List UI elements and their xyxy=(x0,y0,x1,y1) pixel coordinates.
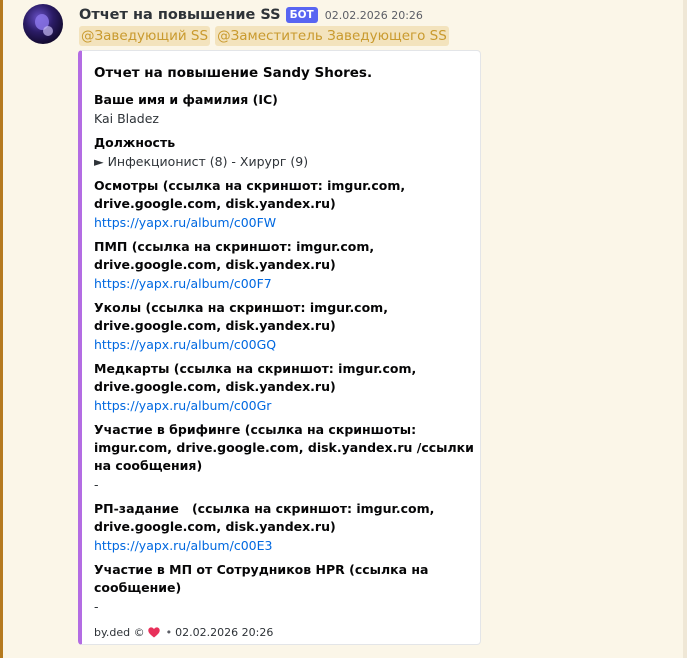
embed-field-rp-task: РП-задание (ссылка на скриншот: imgur.co… xyxy=(94,500,474,555)
embed-title: Отчет на повышение Sandy Shores. xyxy=(94,65,373,81)
field-label: ПМП (ссылка на скриншот: imgur.com, driv… xyxy=(94,239,375,272)
field-label: РП-задание (ссылка на скриншот: imgur.co… xyxy=(94,501,439,534)
field-link[interactable]: https://yapx.ru/album/c00FW xyxy=(94,213,474,232)
field-value: - xyxy=(94,599,99,614)
field-value: Kai Bladez xyxy=(94,111,159,126)
field-link[interactable]: https://yapx.ru/album/c00Gr xyxy=(94,396,474,415)
mention-head[interactable]: @Заведующий SS xyxy=(79,26,211,46)
embed-content: Отчет на повышение Sandy Shores. Ваше им… xyxy=(94,64,474,639)
field-label: Ваше имя и фамилия (IC) xyxy=(94,92,278,107)
field-link[interactable]: https://yapx.ru/album/c00GQ xyxy=(94,335,474,354)
footer-timestamp: 02.02.2026 20:26 xyxy=(175,626,274,639)
scrollbar-edge xyxy=(683,0,687,658)
field-label: Осмотры (ссылка на скриншот: imgur.com, … xyxy=(94,178,406,211)
embed-field-event: Участие в МП от Сотрудников HPR (ссылка … xyxy=(94,561,474,616)
embed-field-inspections: Осмотры (ссылка на скриншот: imgur.com, … xyxy=(94,177,474,232)
field-label: Уколы (ссылка на скриншот: imgur.com, dr… xyxy=(94,300,388,333)
embed-field-medcards: Медкарты (ссылка на скриншот: imgur.com,… xyxy=(94,360,474,415)
embed-field-name: Ваше имя и фамилия (IC) Kai Bladez xyxy=(94,91,474,128)
embed-field-briefing: Участие в брифинге (ссылка на скриншоты:… xyxy=(94,421,474,494)
embed-field-position: Должность ► Инфекционист (8) - Хирург (9… xyxy=(94,134,474,171)
embed-field-injections: Уколы (ссылка на скриншот: imgur.com, dr… xyxy=(94,299,474,354)
avatar-shape xyxy=(43,26,53,36)
bot-badge: БОТ xyxy=(285,7,318,23)
message-header: Отчет на повышение SS БОТ 02.02.2026 20:… xyxy=(79,5,423,25)
message: Отчет на повышение SS БОТ 02.02.2026 20:… xyxy=(0,0,687,658)
embed-footer: by.ded © • 02.02.2026 20:26 xyxy=(94,626,474,639)
field-value: ► Инфекционист (8) - Хирург (9) xyxy=(94,154,309,169)
field-label: Медкарты (ссылка на скриншот: imgur.com,… xyxy=(94,361,417,394)
field-link[interactable]: https://yapx.ru/album/c00F7 xyxy=(94,274,474,293)
field-label: Должность xyxy=(94,135,176,150)
field-value: - xyxy=(94,477,99,492)
field-label: Участие в брифинге (ссылка на скриншоты:… xyxy=(94,422,474,473)
mention-deputy[interactable]: @Заместитель Заведующего SS xyxy=(215,26,449,46)
footer-separator: • xyxy=(165,626,173,639)
embed-card: Отчет на повышение Sandy Shores. Ваше им… xyxy=(78,50,481,645)
footer-text: by.ded © xyxy=(94,626,145,639)
heart-icon-shape xyxy=(147,627,160,638)
message-timestamp[interactable]: 02.02.2026 20:26 xyxy=(325,9,423,22)
avatar[interactable] xyxy=(23,4,63,44)
field-link[interactable]: https://yapx.ru/album/c00E3 xyxy=(94,536,474,555)
username[interactable]: Отчет на повышение SS xyxy=(79,7,281,23)
field-label: Участие в МП от Сотрудников HPR (ссылка … xyxy=(94,562,429,595)
mentions-line: @Заведующий SS @Заместитель Заведующего … xyxy=(79,26,454,46)
embed-field-firstaid: ПМП (ссылка на скриншот: imgur.com, driv… xyxy=(94,238,474,293)
heart-icon xyxy=(147,627,160,638)
